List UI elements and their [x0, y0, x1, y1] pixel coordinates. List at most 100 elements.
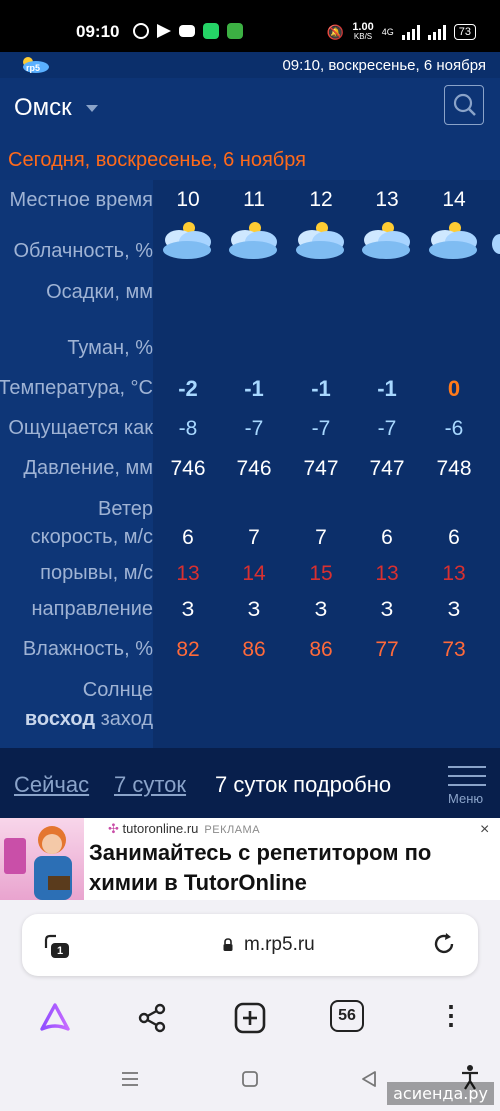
forecast-table: Местное время Облачность, % Осадки, мм Т… — [0, 180, 500, 748]
tab-7-days-detailed[interactable]: 7 суток подробно — [215, 772, 391, 798]
label-sunset: заход — [100, 708, 153, 730]
humidity-cell: 86 — [309, 638, 333, 661]
menu-icon-line — [448, 784, 486, 786]
hour-cell: 11 — [243, 188, 265, 211]
net-speed-unit: KB/S — [353, 32, 373, 41]
label-fog: Туман, % — [67, 337, 153, 359]
net-speed: 1.00 KB/S — [352, 22, 373, 42]
download-icon — [227, 23, 243, 39]
tab-7-days[interactable]: 7 суток — [114, 772, 186, 798]
wind-direction-cell: З — [181, 598, 195, 621]
phone-icon — [203, 23, 219, 39]
cloudy-icon — [492, 234, 500, 254]
temperature-cell: -2 — [178, 376, 198, 401]
pressure-cell: 748 — [436, 457, 472, 480]
label-sunrise-sunset: восход заход — [25, 708, 153, 731]
label-pressure: Давление, мм — [23, 457, 153, 479]
new-tab-icon[interactable] — [232, 1000, 268, 1036]
chevron-down-icon[interactable] — [86, 105, 98, 112]
alice-assistant-icon[interactable] — [37, 1000, 73, 1036]
browser-chrome: 1 m.rp5.ru 56 ⋮ — [0, 900, 500, 1111]
wind-gust-cell: 13 — [442, 562, 466, 585]
header-datetime: 09:10, воскресенье, 6 ноября — [282, 57, 486, 74]
wind-speed-cell: 6 — [182, 526, 194, 549]
ad-image[interactable] — [0, 818, 84, 900]
date-heading: Сегодня, воскресенье, 6 ноября — [8, 149, 306, 171]
ad-source[interactable]: ✣ tutoronline.ru РЕКЛАМА — [108, 821, 260, 837]
search-icon — [453, 93, 476, 116]
status-right: 🔕 1.00 KB/S 4G 73 — [327, 22, 476, 42]
signal-icon — [401, 24, 420, 40]
hour-cell: 13 — [375, 188, 399, 211]
recents-icon[interactable] — [120, 1070, 140, 1088]
label-cloudiness: Облачность, % — [13, 240, 153, 262]
menu-label[interactable]: Меню — [448, 791, 483, 806]
search-button[interactable] — [444, 85, 484, 125]
url-text[interactable]: m.rp5.ru — [244, 934, 315, 956]
menu-icon — [448, 766, 486, 768]
city-selector[interactable]: Омск — [14, 94, 72, 122]
open-tabs-counter[interactable]: 56 — [330, 1000, 364, 1032]
reload-icon[interactable] — [430, 930, 458, 958]
tab-now[interactable]: Сейчас — [14, 772, 89, 798]
pressure-cell: 746 — [236, 457, 272, 480]
ad-tutor-picture — [4, 826, 72, 900]
menu-icon-line — [448, 775, 486, 777]
notification-icons — [133, 23, 243, 39]
temperature-cell: -1 — [311, 376, 331, 401]
watermark: асиенда.ру — [387, 1082, 494, 1105]
lock-icon — [223, 938, 233, 951]
feels-like-cell: -6 — [444, 417, 464, 440]
wind-direction-cell: З — [314, 598, 328, 621]
wind-gust-cell: 13 — [176, 562, 200, 585]
logo-text: rp5 — [26, 63, 40, 73]
hour-cell: 14 — [442, 188, 466, 211]
net-speed-value: 1.00 — [352, 21, 374, 33]
cloudy-icon — [362, 222, 410, 259]
pressure-cell: 747 — [369, 457, 405, 480]
address-bar[interactable]: 1 m.rp5.ru — [22, 914, 478, 976]
more-menu-icon[interactable]: ⋮ — [438, 1000, 464, 1036]
label-sunrise: восход — [24, 708, 96, 730]
label-humidity: Влажность, % — [22, 638, 153, 660]
ad-site-icon: ✣ — [108, 821, 119, 836]
youtube-icon — [179, 25, 195, 37]
cloudy-icon — [163, 222, 211, 259]
humidity-cell: 77 — [375, 638, 399, 661]
mute-icon: 🔕 — [326, 23, 345, 40]
cloudy-icon — [229, 222, 277, 259]
ad-banner[interactable]: ✣ tutoronline.ru РЕКЛАМА × Занимайтесь с … — [0, 818, 500, 900]
back-icon[interactable] — [360, 1070, 378, 1088]
feels-like-cell: -7 — [311, 417, 331, 440]
ad-title[interactable]: Занимайтесь с репетитором по химии в Tut… — [89, 838, 489, 898]
wind-direction-cell: З — [380, 598, 394, 621]
hour-cell: 12 — [309, 188, 333, 211]
wind-speed-cell: 6 — [381, 526, 393, 549]
battery-level: 73 — [453, 24, 476, 40]
telegram-icon — [157, 24, 171, 38]
tabs-switcher-icon[interactable]: 1 — [42, 932, 72, 960]
cloudy-icon — [429, 222, 477, 259]
browser-toolbar: 56 ⋮ — [0, 992, 500, 1048]
label-precipitation: Осадки, мм — [46, 281, 153, 303]
ad-close-icon[interactable]: × — [480, 821, 489, 839]
pressure-cell: 747 — [303, 457, 339, 480]
temperature-cell: -1 — [377, 376, 397, 401]
temperature-cell: 0 — [447, 376, 461, 401]
temperature-cell: -1 — [244, 376, 264, 401]
share-icon[interactable] — [134, 1000, 170, 1036]
rp5-logo[interactable]: rp5 — [18, 56, 50, 74]
whatsapp-icon — [133, 23, 149, 39]
label-wind-speed: скорость, м/с — [30, 526, 153, 548]
wind-direction-cell: З — [447, 598, 461, 621]
site-header: rp5 09:10, воскресенье, 6 ноября — [0, 52, 500, 78]
home-icon[interactable] — [241, 1070, 259, 1088]
wind-gust-cell: 14 — [242, 562, 266, 585]
cloudy-icon — [296, 222, 344, 259]
humidity-cell: 86 — [242, 638, 266, 661]
hour-cell: 10 — [176, 188, 200, 211]
feels-like-cell: -8 — [178, 417, 198, 440]
feels-like-cell: -7 — [377, 417, 397, 440]
humidity-cell: 73 — [442, 638, 466, 661]
status-bar: 09:10 🔕 1.00 KB/S 4G 73 — [0, 0, 500, 52]
